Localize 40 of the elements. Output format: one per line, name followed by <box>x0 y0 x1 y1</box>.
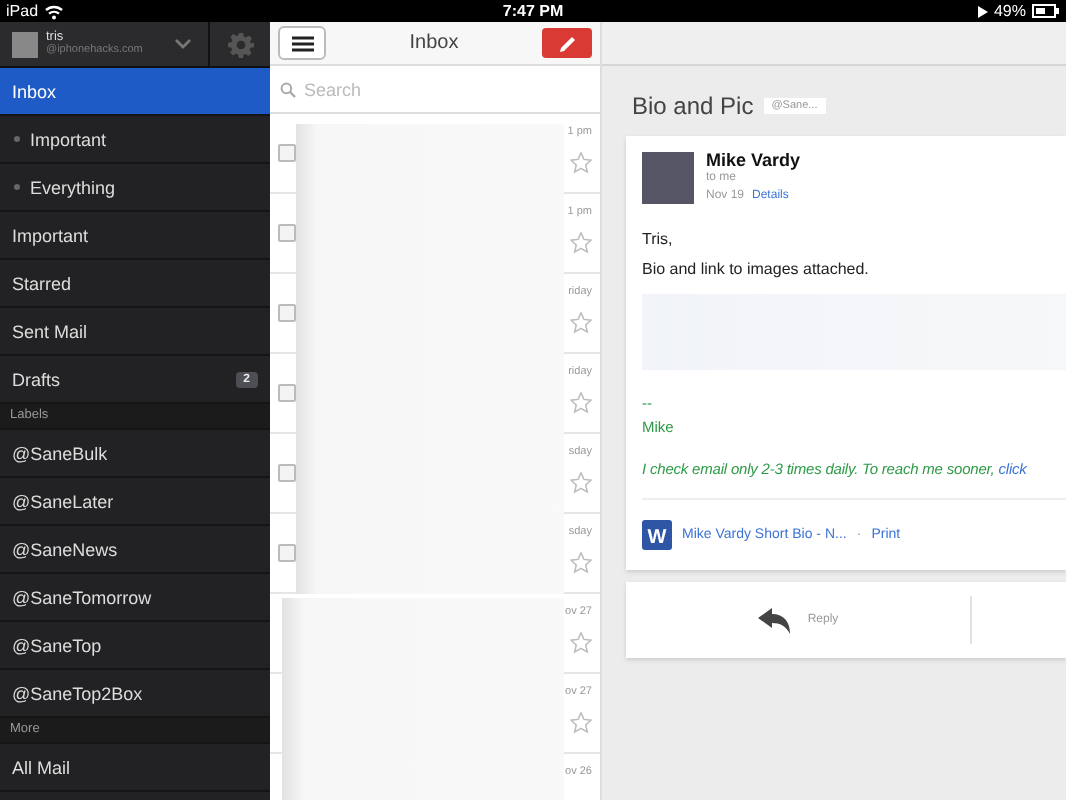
reply-arrow-icon <box>757 607 792 633</box>
star-icon[interactable] <box>570 392 592 414</box>
sender-name: Mike Vardy <box>706 152 801 170</box>
body-text: Bio and link to images attached. <box>642 260 871 278</box>
checkbox[interactable] <box>278 304 296 322</box>
search-field[interactable]: Search <box>304 79 544 99</box>
star-icon[interactable] <box>570 472 592 494</box>
menu-icon <box>291 35 313 51</box>
body-text: Tris, <box>642 230 675 248</box>
clock: 7:47 PM <box>502 2 564 20</box>
avatar-photo-placeholder <box>12 31 38 57</box>
chevron-down-icon <box>174 38 192 50</box>
search-icon <box>280 81 296 97</box>
compose-button[interactable] <box>542 28 592 58</box>
sender-photo-placeholder <box>642 152 694 204</box>
battery-icon <box>1032 4 1060 18</box>
star-icon[interactable] <box>570 712 592 734</box>
play-icon <box>977 5 988 17</box>
star-icon[interactable] <box>570 232 592 254</box>
inbox-title: Inbox <box>409 32 459 54</box>
menu-button[interactable] <box>278 26 326 60</box>
pencil-icon <box>557 33 577 53</box>
bullet-icon <box>14 184 20 190</box>
word-document-icon: W <box>642 520 672 550</box>
subject: Bio and Pic <box>632 92 754 120</box>
star-icon[interactable] <box>570 152 592 174</box>
checkbox[interactable] <box>278 224 296 242</box>
star-icon[interactable] <box>570 312 592 334</box>
checkbox[interactable] <box>278 384 296 402</box>
checkbox[interactable] <box>278 464 296 482</box>
star-icon[interactable] <box>570 632 592 654</box>
battery-percent: 49% <box>993 2 1026 20</box>
sidebar-item[interactable]: Inbox <box>0 68 270 116</box>
settings-icon <box>227 31 253 57</box>
bullet-icon <box>14 136 20 142</box>
checkbox[interactable] <box>278 544 296 562</box>
checkbox[interactable] <box>278 144 296 162</box>
device-name: iPad <box>6 2 39 20</box>
wifi-icon <box>44 3 65 19</box>
star-icon[interactable] <box>570 552 592 574</box>
